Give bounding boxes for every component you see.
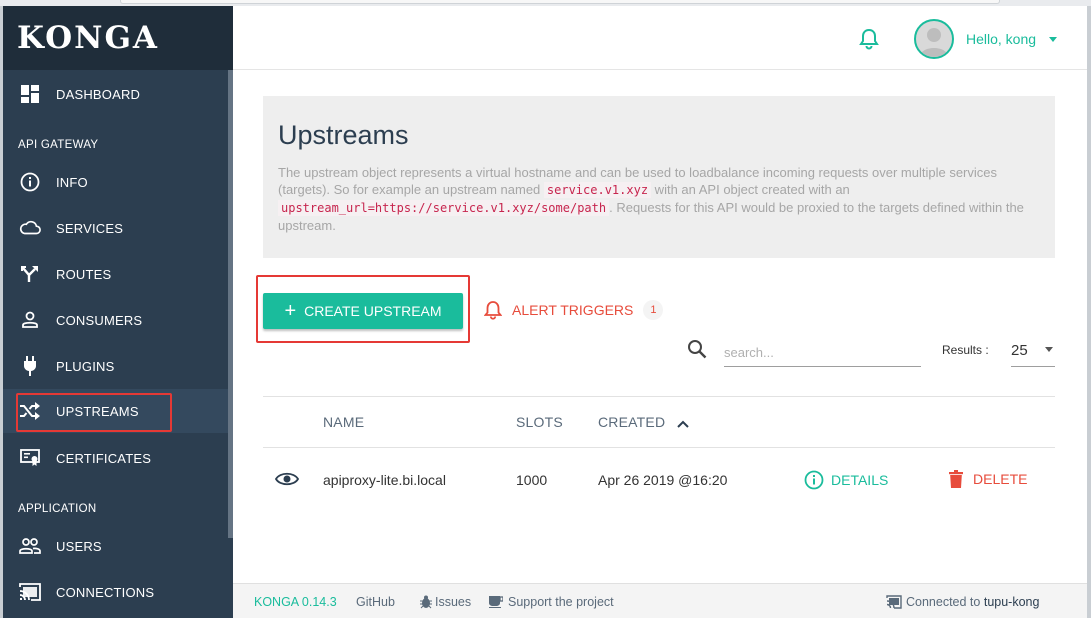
bell-icon[interactable] (859, 28, 879, 55)
cloud-icon (19, 217, 41, 239)
alert-triggers-button[interactable]: ALERT TRIGGERS 1 (484, 299, 664, 321)
footer-version: KONGA 0.14.3 (254, 595, 337, 609)
user-greeting[interactable]: Hello, kong (966, 31, 1036, 47)
column-header-slots[interactable]: SLOTS (516, 414, 563, 430)
cast-icon (886, 595, 902, 609)
results-per-page-select[interactable]: 25 (1011, 337, 1055, 367)
sidebar-item-connections[interactable]: CONNECTIONS (3, 570, 228, 614)
github-link[interactable]: GitHub (356, 595, 395, 609)
brand-logo[interactable]: KONGA (3, 6, 233, 70)
person-icon (19, 309, 41, 331)
info-icon (804, 470, 824, 490)
issues-link[interactable]: Issues (420, 595, 471, 609)
highlight-box-upstreams (16, 393, 172, 432)
details-label: DETAILS (831, 472, 889, 488)
bug-icon (420, 595, 432, 609)
eye-icon[interactable] (274, 471, 300, 492)
address-bar-edge (120, 0, 1000, 4)
sort-ascending-icon (677, 415, 690, 431)
support-label: Support the project (508, 595, 614, 609)
column-header-created[interactable]: CREATED (598, 414, 690, 431)
results-label: Results : (942, 343, 989, 357)
cell-created: Apr 26 2019 @16:20 (598, 472, 728, 488)
page-header-panel: Upstreams The upstream object represents… (263, 96, 1055, 258)
description-text: with an API object created with an (651, 182, 850, 197)
window-right-edge (1087, 6, 1091, 618)
chevron-down-icon[interactable] (1045, 347, 1053, 352)
section-api-gateway: API GATEWAY (18, 139, 99, 151)
page-title: Upstreams (278, 120, 409, 150)
support-link[interactable]: Support the project (489, 595, 614, 609)
sidebar-item-label: DASHBOARD (56, 86, 141, 102)
sidebar-item-routes[interactable]: ROUTES (3, 252, 228, 296)
code-snippet: service.v1.xyz (543, 182, 652, 198)
sidebar: KONGA DASHBOARD API GATEWAY INFO SERVICE… (3, 6, 233, 618)
section-application: APPLICATION (18, 503, 97, 515)
sidebar-item-label: CONNECTIONS (56, 584, 155, 600)
delete-button[interactable]: DELETE (949, 470, 1027, 488)
table-row: apiproxy-lite.bi.local 1000 Apr 26 2019 … (263, 448, 1055, 512)
sidebar-item-label: INFO (56, 174, 88, 190)
coffee-icon (489, 596, 503, 608)
alert-triggers-label: ALERT TRIGGERS (512, 302, 634, 318)
avatar[interactable] (914, 19, 954, 59)
highlight-box-create (256, 275, 470, 343)
dashboard-icon (19, 83, 41, 105)
search-input[interactable] (724, 339, 921, 367)
main-content: Hello, kong Upstreams The upstream objec… (233, 6, 1087, 618)
trash-icon (949, 470, 963, 488)
sidebar-item-label: ROUTES (56, 266, 112, 282)
delete-label: DELETE (973, 471, 1028, 487)
sidebar-item-services[interactable]: SERVICES (3, 206, 228, 250)
cell-slots: 1000 (516, 472, 548, 488)
top-bar: Hello, kong (233, 6, 1087, 70)
sidebar-item-label: CERTIFICATES (56, 450, 152, 466)
sidebar-item-label: CONSUMERS (56, 312, 143, 328)
sidebar-item-label: PLUGINS (56, 358, 115, 374)
chevron-down-icon[interactable] (1049, 37, 1057, 42)
cell-name: apiproxy-lite.bi.local (323, 472, 446, 488)
sidebar-item-users[interactable]: USERS (3, 524, 228, 568)
users-icon (19, 535, 41, 557)
table-header: NAME SLOTS CREATED (263, 396, 1055, 448)
logo-text: KONGA (17, 20, 159, 56)
connected-prefix: Connected to (906, 595, 981, 609)
column-header-name[interactable]: NAME (323, 414, 364, 430)
info-icon (19, 171, 41, 193)
connection-status[interactable]: Connected to tupu-kong (886, 595, 1039, 609)
sidebar-item-plugins[interactable]: PLUGINS (3, 344, 228, 388)
page-description: The upstream object represents a virtual… (278, 164, 1038, 234)
results-value: 25 (1011, 342, 1028, 359)
cast-icon (19, 581, 41, 603)
plug-icon (19, 355, 41, 377)
alarm-bell-icon (484, 300, 502, 320)
sidebar-item-dashboard[interactable]: DASHBOARD (3, 72, 228, 116)
footer: KONGA 0.14.3 GitHub Issues Support the p… (233, 583, 1087, 618)
certificate-icon (19, 447, 41, 469)
routes-icon (19, 263, 41, 285)
sidebar-item-label: SERVICES (56, 220, 124, 236)
issues-label: Issues (435, 595, 472, 609)
code-snippet: upstream_url=https://service.v1.xyz/some… (278, 200, 610, 216)
search-icon (687, 339, 707, 364)
column-header-created-label: CREATED (598, 414, 666, 430)
sidebar-item-label: USERS (56, 538, 102, 554)
sidebar-item-certificates[interactable]: CERTIFICATES (3, 436, 228, 480)
details-button[interactable]: DETAILS (804, 470, 888, 490)
alert-count-badge: 1 (643, 300, 664, 320)
connected-name: tupu-kong (983, 595, 1040, 609)
sidebar-item-info[interactable]: INFO (3, 160, 228, 204)
sidebar-item-consumers[interactable]: CONSUMERS (3, 298, 228, 342)
